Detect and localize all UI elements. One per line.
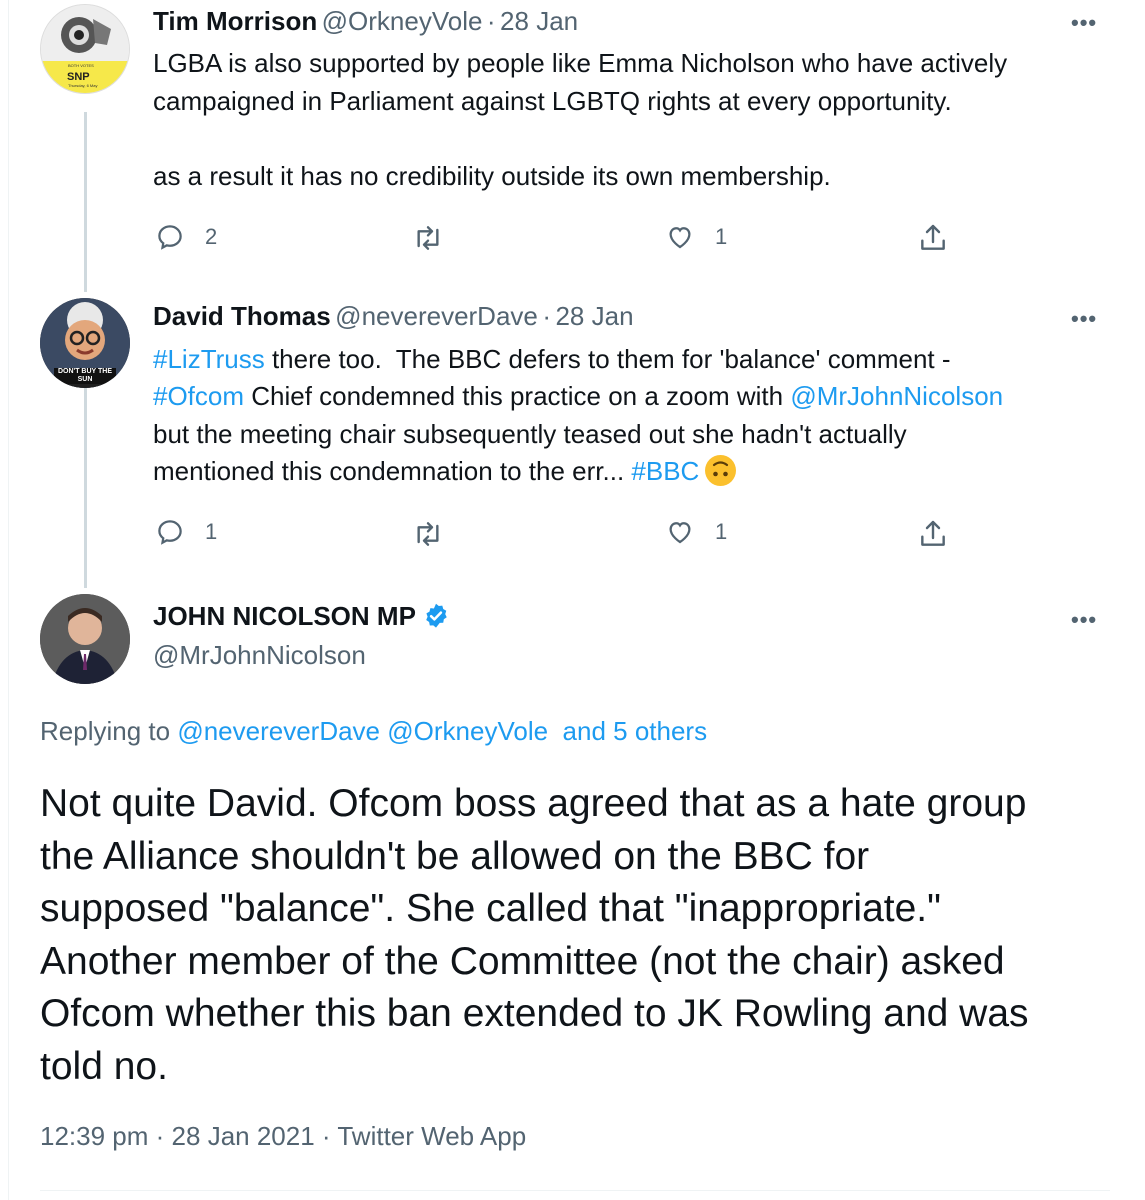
share-icon [921,520,945,546]
retweet-icon [417,226,439,250]
main-tweet-header: JOHN NICOLSON MP [153,601,450,632]
mention-link[interactable]: @OrkneyVole [387,716,548,746]
more-options-icon[interactable]: ••• [1071,607,1097,633]
replying-to: Replying to @nevereverDave @OrkneyVole a… [40,716,707,747]
author-handle[interactable]: @OrkneyVole [322,6,483,36]
reply-icon [158,225,182,250]
tweet-meta: 12:39 pm · 28 Jan 2021 · Twitter Web App [40,1121,526,1152]
main-tweet-text-line: the Alliance shouldn't be allowed on the… [40,834,870,878]
tweet-date[interactable]: 28 Jan [500,6,578,36]
author-handle[interactable]: @nevereverDave [335,301,538,331]
main-tweet-text-line: Not quite David. Ofcom boss agreed that … [40,782,1027,825]
avatar[interactable]: DON'T BUY THE SUN [40,298,130,388]
avatar-portrait-icon [40,594,130,684]
author-name[interactable]: David Thomas [153,301,331,331]
avatar-caption: DON'T BUY THE SUN [54,368,116,384]
tweet-date[interactable]: 28 Jan [555,301,633,331]
share-button[interactable] [917,222,949,254]
hashtag-link[interactable]: #Ofcom [153,381,244,411]
tweet-text-line: #Ofcom Chief condemned this practice on … [153,378,1003,416]
like-button[interactable]: 1 [665,517,727,547]
tweet-text-line: as a result it has no credibility outsid… [153,161,831,191]
retweet-button[interactable] [412,224,464,252]
retweet-icon [417,522,439,546]
heart-icon [669,227,691,249]
tweet-text: Chief condemned this practice on a zoom … [244,381,791,411]
author-name[interactable]: Tim Morrison [153,6,317,36]
main-tweet-text-line: supposed "balance". She called that "ina… [40,887,941,930]
reply-count: 1 [205,519,218,544]
main-tweet-text-line: Ofcom whether this ban extended to JK Ro… [40,992,1029,1035]
more-options-icon[interactable]: ••• [1071,306,1097,332]
thread-line [84,388,87,588]
reply-count: 2 [205,224,218,249]
separator: · [486,6,496,36]
divider [40,1190,1110,1191]
reply-icon [158,520,182,545]
main-tweet-text-line: Another member of the Committee (not the… [40,939,1005,983]
tweet-source[interactable]: Twitter Web App [337,1121,526,1151]
main-tweet-text: Not quite David. Ofcom boss agreed that … [40,778,1029,1093]
hashtag-link[interactable]: #BBC [631,456,699,486]
like-count: 1 [715,519,728,544]
tweet-header: David Thomas @nevereverDave · 28 Jan [153,301,634,332]
reply-button[interactable]: 2 [155,222,217,252]
share-button[interactable] [917,518,949,550]
mention-link[interactable]: @MrJohnNicolson [790,381,1003,411]
tweet-text-line: LGBA is also supported by people like Em… [153,48,1008,78]
tweet-text-line: campaigned in Parliament against LGBTQ r… [153,86,952,116]
hashtag-link[interactable]: #LizTruss [153,344,265,374]
replying-prefix: Replying to [40,716,178,746]
avatar-caption: Thursday, 6 May [68,83,98,88]
separator: · [542,301,552,331]
retweet-button[interactable] [412,520,464,548]
main-tweet-text-line: told no. [40,1044,168,1088]
author-name[interactable]: JOHN NICOLSON MP [153,601,416,631]
tweet-text: mentioned this condemnation to the err..… [153,456,632,486]
tweet-time[interactable]: 12:39 pm [40,1121,148,1151]
reply-button[interactable]: 1 [155,517,217,547]
tweet-full-date[interactable]: 28 Jan 2021 [172,1121,315,1151]
heart-icon [669,522,691,544]
like-count: 1 [715,224,728,249]
separator: · [155,1121,165,1151]
like-button[interactable]: 1 [665,222,727,252]
thread-line [84,112,87,292]
avatar-badge-small: BOTH VOTES [68,63,94,68]
tweet-text: there too. The BBC defers to them for 'b… [264,344,951,374]
upside-down-face-emoji-icon [705,455,737,486]
share-icon [921,224,945,250]
tweet-text-line: mentioned this condemnation to the err..… [153,453,737,491]
more-options-icon[interactable]: ••• [1071,10,1097,36]
tweet-header: Tim Morrison @OrkneyVole · 28 Jan [153,6,578,37]
avatar[interactable]: SNP BOTH VOTES Thursday, 6 May [40,4,130,94]
tweet-text-line: #LizTruss there too. The BBC defers to t… [153,341,951,379]
avatar-badge: SNP [67,71,90,83]
others-link[interactable]: and 5 others [563,716,708,746]
mention-link[interactable]: @nevereverDave [177,716,380,746]
avatar[interactable] [40,594,130,684]
author-handle[interactable]: @MrJohnNicolson [153,640,366,671]
separator: · [321,1121,331,1151]
verified-badge-icon [426,603,448,628]
tweet-text-line: but the meeting chair subsequently tease… [153,419,907,449]
